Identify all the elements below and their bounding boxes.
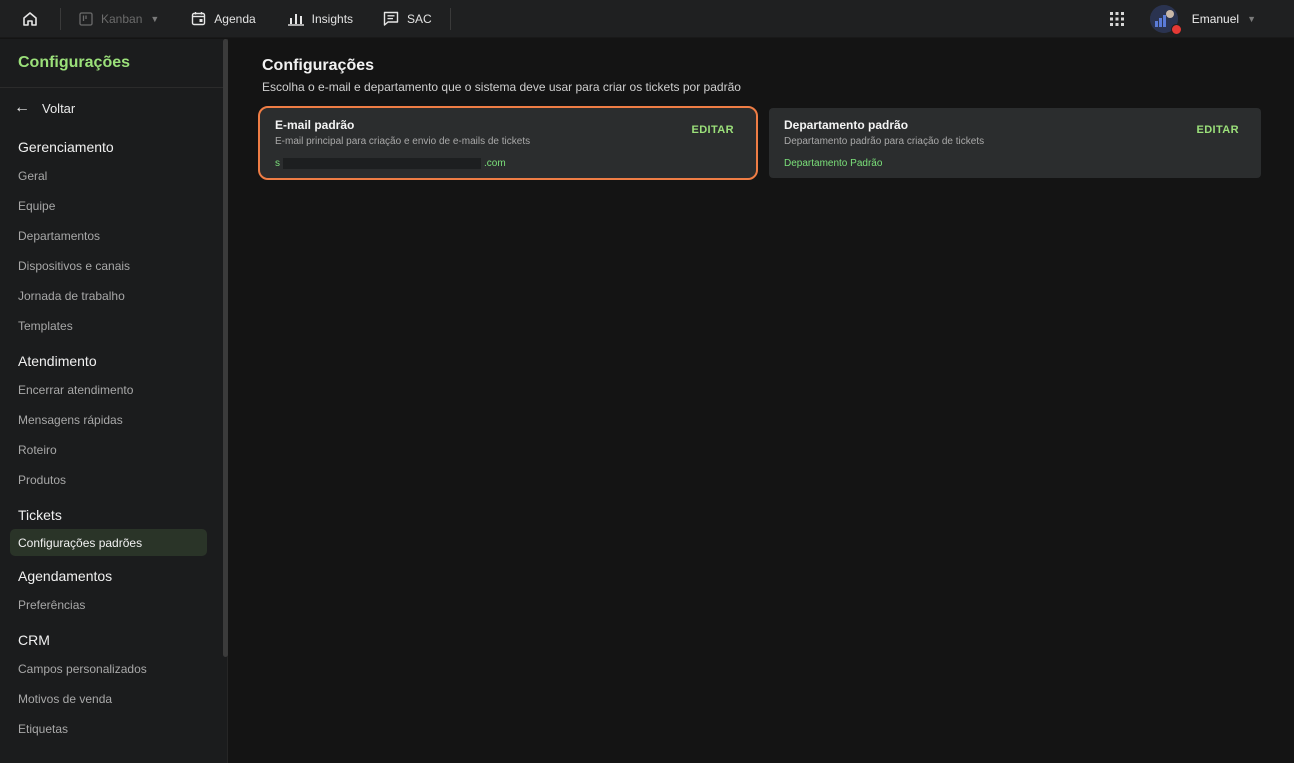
chevron-down-icon: ▼ — [150, 13, 160, 24]
agenda-link[interactable]: Agenda — [191, 0, 256, 38]
status-badge — [1170, 24, 1182, 35]
sidebar-item-mensagens[interactable]: Mensagens rápidas — [0, 405, 227, 435]
card-description: E-mail principal para criação e envio de… — [275, 136, 531, 147]
email-prefix: s — [275, 158, 280, 169]
sidebar-item-departamentos[interactable]: Departamentos — [0, 221, 227, 251]
topbar-divider — [449, 7, 451, 30]
agenda-label: Agenda — [214, 11, 256, 26]
insights-link[interactable]: Insights — [287, 0, 354, 38]
sidebar-title: Configurações — [0, 39, 227, 88]
kanban-label: Kanban — [101, 11, 143, 26]
sac-label: SAC — [407, 11, 432, 26]
sidebar-item-produtos[interactable]: Produtos — [0, 465, 227, 495]
avatar[interactable] — [1149, 5, 1182, 35]
edit-email-button[interactable]: EDITAR — [691, 124, 734, 136]
group-crm: CRM — [18, 632, 50, 648]
top-navigation-bar: Kanban ▼ Agenda Insights SAC Emanuel ▼ — [0, 0, 1294, 38]
sidebar-item-encerrar[interactable]: Encerrar atendimento — [0, 375, 227, 405]
sidebar-item-dispositivos[interactable]: Dispositivos e canais — [0, 251, 227, 281]
sidebar-scrollbar[interactable] — [223, 39, 228, 657]
department-value: Departamento Padrão — [784, 158, 883, 169]
sidebar-item-etiquetas[interactable]: Etiquetas — [0, 714, 227, 744]
user-name[interactable]: Emanuel — [1192, 12, 1239, 26]
home-button[interactable] — [22, 0, 38, 38]
page-subtitle: Escolha o e-mail e departamento que o si… — [262, 80, 741, 94]
message-icon — [383, 11, 399, 26]
edit-department-button[interactable]: EDITAR — [1196, 124, 1239, 136]
settings-sidebar: Configurações ← Voltar Gerenciamento Ger… — [0, 39, 228, 763]
sidebar-item-geral[interactable]: Geral — [0, 161, 227, 191]
apps-grid-icon[interactable] — [1109, 12, 1124, 26]
email-value: s .com — [275, 158, 506, 169]
department-default-card[interactable]: Departamento padrão Departamento padrão … — [769, 108, 1261, 178]
sidebar-item-roteiro[interactable]: Roteiro — [0, 435, 227, 465]
main-content: Configurações Escolha o e-mail e departa… — [229, 39, 1294, 763]
group-atendimento: Atendimento — [18, 353, 97, 369]
sac-link[interactable]: SAC — [383, 0, 432, 38]
sidebar-item-templates[interactable]: Templates — [0, 311, 227, 341]
topbar-divider — [60, 7, 61, 30]
insights-label: Insights — [311, 11, 354, 26]
card-title: Departamento padrão — [784, 118, 909, 132]
arrow-left-icon: ← — [14, 99, 30, 116]
sidebar-item-configuracoes-padroes[interactable]: Configurações padrões — [10, 529, 207, 556]
email-suffix: .com — [484, 158, 506, 169]
back-label: Voltar — [42, 100, 76, 116]
card-title: E-mail padrão — [275, 118, 355, 132]
sidebar-item-equipe[interactable]: Equipe — [0, 191, 227, 221]
email-default-card[interactable]: E-mail padrão E-mail principal para cria… — [258, 106, 758, 180]
sidebar-item-preferencias[interactable]: Preferências — [0, 590, 227, 620]
group-gerenciamento: Gerenciamento — [18, 139, 114, 155]
kanban-icon — [79, 11, 93, 26]
sidebar-item-campos[interactable]: Campos personalizados — [0, 654, 227, 684]
bar-chart-icon — [287, 12, 304, 26]
group-tickets: Tickets — [18, 507, 62, 523]
kanban-menu[interactable]: Kanban ▼ — [79, 0, 159, 38]
sidebar-item-motivos[interactable]: Motivos de venda — [0, 684, 227, 714]
home-icon — [22, 11, 38, 27]
card-description: Departamento padrão para criação de tick… — [784, 136, 985, 147]
sidebar-item-jornada[interactable]: Jornada de trabalho — [0, 281, 227, 311]
back-button[interactable]: ← Voltar — [0, 89, 227, 127]
group-agendamentos: Agendamentos — [18, 568, 113, 584]
chevron-down-icon[interactable]: ▼ — [1247, 14, 1256, 24]
calendar-icon — [191, 11, 206, 26]
page-title: Configurações — [262, 57, 375, 74]
redacted-block — [283, 158, 481, 169]
topbar-right: Emanuel ▼ — [1109, 0, 1256, 38]
